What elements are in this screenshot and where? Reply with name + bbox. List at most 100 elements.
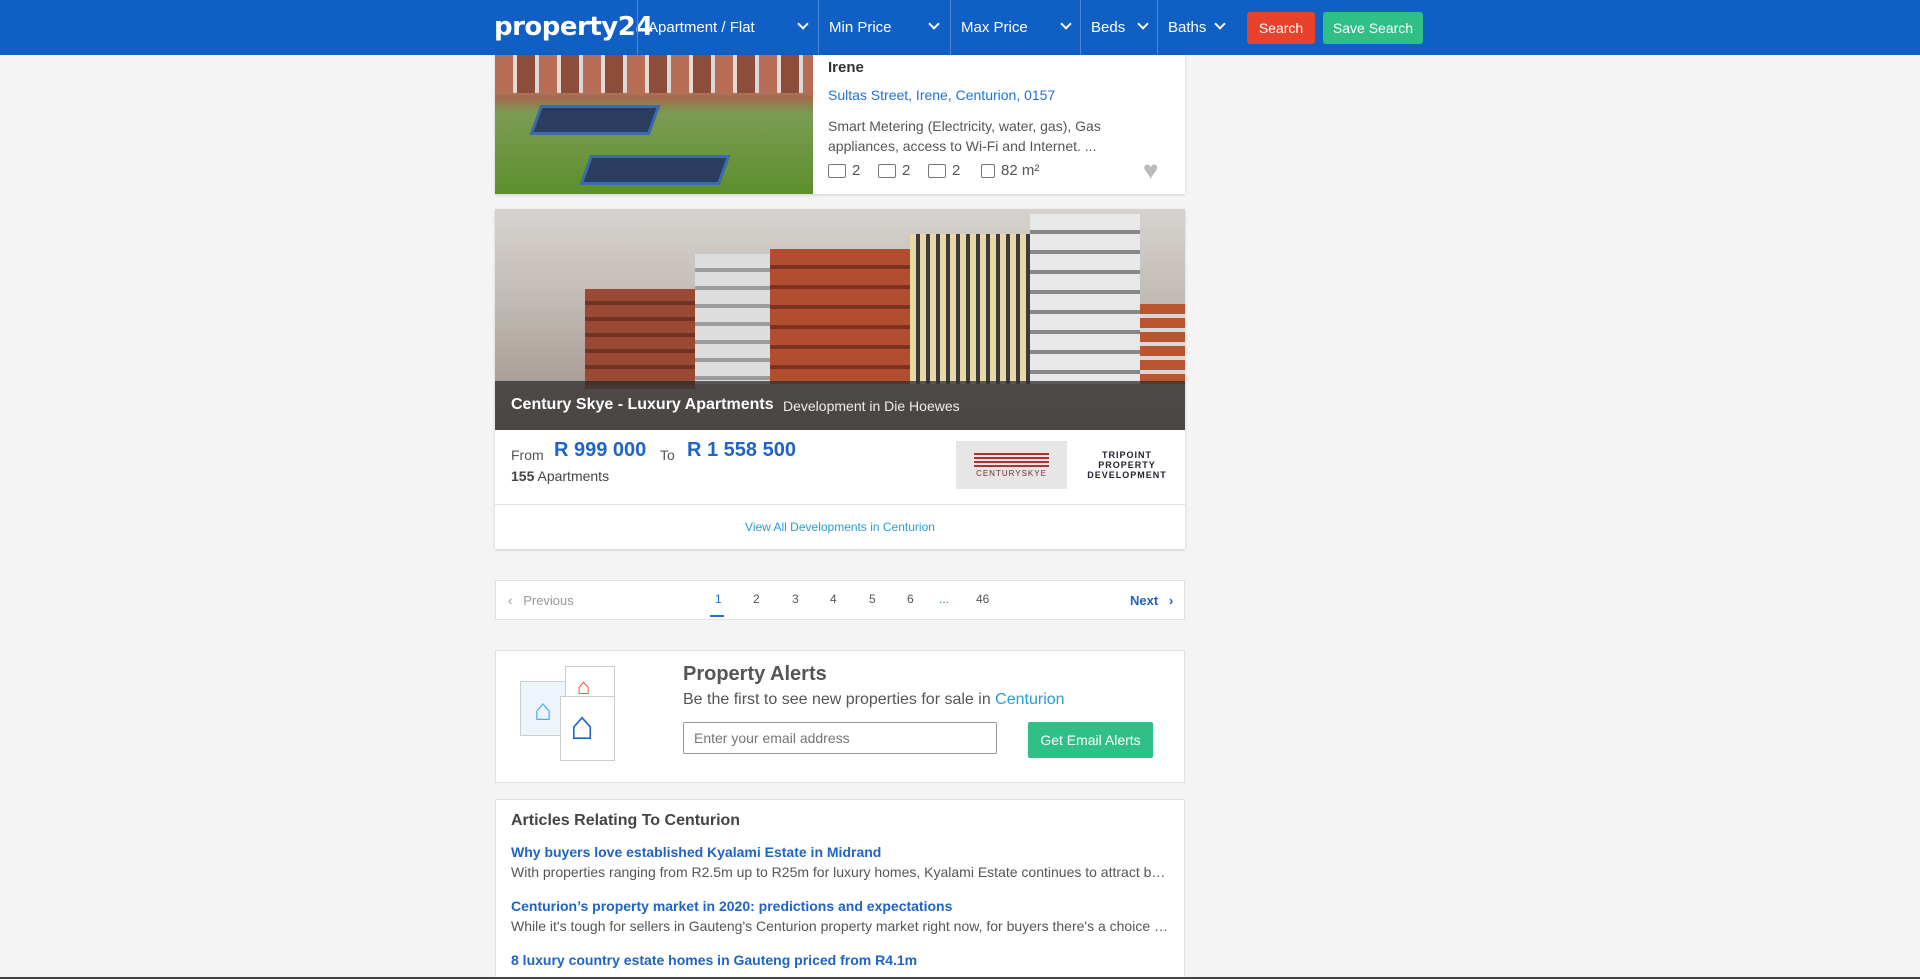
article-item: Why buyers love established Kyalami Esta… bbox=[511, 844, 1171, 880]
listing-card[interactable]: Irene Sultas Street, Irene, Centurion, 0… bbox=[495, 55, 1185, 194]
get-email-alerts-button[interactable]: Get Email Alerts bbox=[1028, 722, 1153, 758]
page-1[interactable]: 1 bbox=[715, 592, 722, 606]
development-card[interactable]: Century Skye - Luxury Apartments Develop… bbox=[495, 209, 1185, 549]
price-from-label: From bbox=[511, 447, 544, 463]
building-shape bbox=[770, 249, 910, 384]
bed-icon bbox=[828, 163, 846, 178]
next-page-button[interactable]: Next › bbox=[1130, 593, 1173, 608]
page-4[interactable]: 4 bbox=[830, 592, 837, 606]
article-title-link[interactable]: Centurion’s property market in 2020: pre… bbox=[511, 898, 1171, 914]
price-to-value: R 1 558 500 bbox=[687, 439, 796, 461]
search-button[interactable]: Search bbox=[1247, 12, 1315, 44]
century-skye-logo: CENTURYSKYE bbox=[956, 441, 1067, 489]
save-search-button[interactable]: Save Search bbox=[1323, 12, 1423, 44]
unit-count-number: 155 bbox=[511, 468, 535, 484]
building-shape bbox=[695, 254, 775, 384]
floor-size-feature: 82 m² bbox=[981, 162, 1039, 179]
building-shape bbox=[585, 289, 695, 389]
chevron-down-icon bbox=[1060, 18, 1072, 30]
house-icon: ⌂ bbox=[534, 694, 553, 727]
next-label: Next bbox=[1130, 593, 1159, 608]
listing-description: Smart Metering (Electricity, water, gas)… bbox=[828, 118, 1101, 154]
property-type-label: Apartment / Flat bbox=[648, 19, 755, 36]
previous-label: Previous bbox=[523, 593, 574, 608]
page-2[interactable]: 2 bbox=[753, 592, 760, 606]
min-price-label: Min Price bbox=[829, 19, 892, 36]
floor-size-icon bbox=[981, 163, 995, 178]
price-to-label: To bbox=[660, 447, 675, 463]
property-alerts-panel: ⌂ ⌂ ⌂ Property Alerts Be the first to se… bbox=[495, 650, 1185, 783]
article-summary: While it's tough for sellers in Gauteng'… bbox=[511, 918, 1171, 934]
max-price-label: Max Price bbox=[961, 19, 1028, 36]
development-subtitle: Development in Die Hoewes bbox=[783, 398, 960, 414]
listing-title[interactable]: Irene bbox=[828, 59, 864, 76]
page-46[interactable]: 46 bbox=[976, 592, 989, 606]
bedrooms-feature: 2 bbox=[828, 162, 860, 179]
chevron-left-icon: ‹ bbox=[508, 593, 513, 608]
bedrooms-count: 2 bbox=[852, 162, 861, 179]
article-title-link[interactable]: Why buyers love established Kyalami Esta… bbox=[511, 844, 1171, 860]
listing-photo-trampoline bbox=[579, 155, 731, 185]
tripoint-logo: TRIPOINT PROPERTY DEVELOPMENT bbox=[1087, 450, 1167, 480]
alerts-title: Property Alerts bbox=[683, 663, 827, 685]
page-6[interactable]: 6 bbox=[907, 592, 914, 606]
floor-size-value: 82 m² bbox=[1001, 162, 1040, 179]
min-price-dropdown[interactable]: Min Price bbox=[818, 0, 946, 55]
building-shape bbox=[1140, 304, 1185, 384]
page-5[interactable]: 5 bbox=[869, 592, 876, 606]
century-skye-logo-mark bbox=[974, 452, 1049, 467]
baths-label: Baths bbox=[1168, 19, 1207, 36]
article-item: 8 luxury country estate homes in Gauteng… bbox=[511, 952, 1171, 968]
bathrooms-feature: 2 bbox=[878, 162, 910, 179]
price-from-value: R 999 000 bbox=[554, 439, 647, 461]
chevron-right-icon: › bbox=[1169, 593, 1174, 608]
unit-count-label: Apartments bbox=[537, 468, 610, 484]
articles-panel: Articles Relating To Centurion Why buyer… bbox=[495, 799, 1185, 979]
listing-photo[interactable] bbox=[495, 55, 813, 194]
listing-photo-trampoline bbox=[529, 105, 661, 135]
article-item: Centurion’s property market in 2020: pre… bbox=[511, 898, 1171, 934]
house-icon: ⌂ bbox=[570, 704, 595, 748]
favourite-heart-icon[interactable]: ♥ bbox=[1143, 155, 1158, 186]
chevron-down-icon bbox=[928, 18, 940, 30]
pagination: ‹ Previous 1 2 3 4 5 6 ... 46 Next › bbox=[495, 580, 1185, 620]
building-shape bbox=[1030, 214, 1140, 384]
parking-count: 2 bbox=[952, 162, 961, 179]
article-title-link[interactable]: 8 luxury country estate homes in Gauteng… bbox=[511, 952, 1171, 968]
bath-icon bbox=[878, 163, 896, 178]
previous-page-button[interactable]: ‹ Previous bbox=[508, 593, 574, 608]
house-icon: ⌂ bbox=[577, 674, 591, 699]
development-photo[interactable]: Century Skye - Luxury Apartments Develop… bbox=[495, 209, 1185, 430]
chevron-down-icon bbox=[1214, 18, 1226, 30]
bathrooms-count: 2 bbox=[902, 162, 911, 179]
house-alerts-illustration-icon: ⌂ ⌂ ⌂ bbox=[520, 666, 640, 766]
chevron-down-icon bbox=[1137, 18, 1149, 30]
listing-address[interactable]: Sultas Street, Irene, Centurion, 0157 bbox=[828, 87, 1055, 103]
articles-heading: Articles Relating To Centurion bbox=[511, 812, 741, 829]
building-shape bbox=[910, 234, 1030, 384]
car-icon bbox=[928, 163, 946, 178]
property24-logo[interactable]: property24 bbox=[494, 12, 653, 42]
page-ellipsis[interactable]: ... bbox=[939, 592, 949, 606]
article-summary: With properties ranging from R2.5m up to… bbox=[511, 864, 1171, 880]
parking-feature: 2 bbox=[928, 162, 960, 179]
chevron-down-icon bbox=[797, 18, 809, 30]
listing-photo-buildings bbox=[495, 55, 813, 93]
development-name[interactable]: Century Skye - Luxury Apartments bbox=[511, 396, 774, 414]
current-page-indicator bbox=[710, 615, 724, 617]
view-all-developments-link[interactable]: View All Developments in Centurion bbox=[495, 504, 1185, 549]
alerts-subtitle: Be the first to see new properties for s… bbox=[683, 691, 1065, 709]
baths-dropdown[interactable]: Baths bbox=[1157, 0, 1232, 55]
page-3[interactable]: 3 bbox=[792, 592, 799, 606]
beds-dropdown[interactable]: Beds bbox=[1080, 0, 1155, 55]
alerts-subtitle-text: Be the first to see new properties for s… bbox=[683, 691, 991, 708]
development-caption: Century Skye - Luxury Apartments Develop… bbox=[495, 381, 1185, 430]
email-input[interactable] bbox=[683, 722, 997, 754]
beds-label: Beds bbox=[1091, 19, 1126, 36]
century-skye-logo-text: CENTURYSKYE bbox=[976, 468, 1047, 478]
alerts-location-link[interactable]: Centurion bbox=[995, 691, 1064, 708]
max-price-dropdown[interactable]: Max Price bbox=[950, 0, 1078, 55]
top-navigation-bar: property24 Apartment / Flat Min Price Ma… bbox=[0, 0, 1920, 55]
unit-count: 155 Apartments bbox=[511, 468, 609, 484]
property-type-dropdown[interactable]: Apartment / Flat bbox=[637, 0, 815, 55]
